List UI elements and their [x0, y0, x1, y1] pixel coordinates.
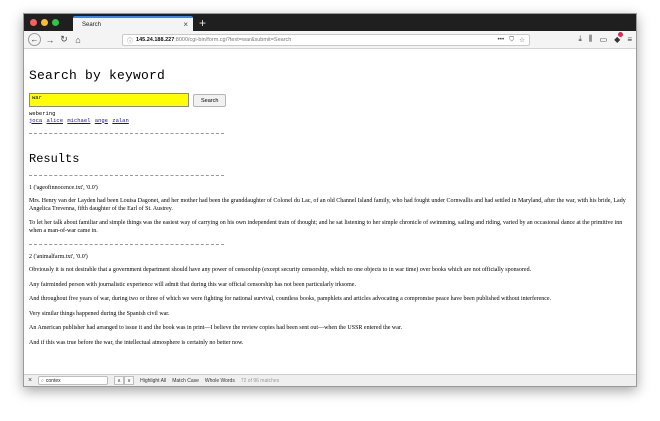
home-icon: ⌂ [75, 34, 81, 45]
suggest-link[interactable]: zalan [112, 117, 129, 124]
suggest-link[interactable]: joca [29, 117, 42, 124]
search-form: war Search [29, 93, 631, 107]
extension-icon[interactable]: ◆ [614, 31, 624, 44]
result-paragraph: Mrs. Henry van der Layden had been Louis… [29, 198, 626, 212]
search-button[interactable]: Search [193, 94, 227, 107]
reload-button[interactable]: ↻ [58, 34, 70, 45]
arrow-right-icon: → [45, 34, 55, 45]
forward-button[interactable]: → [44, 35, 56, 45]
find-input[interactable]: ⌕ contex [38, 376, 109, 385]
url-actions: ••• ⛉ ☆ [497, 36, 525, 44]
tab-strip: Search × + [24, 14, 636, 31]
find-previous-button[interactable]: ∧ [114, 376, 125, 385]
tab-title: Search [82, 21, 102, 28]
reload-icon: ↻ [60, 34, 68, 44]
url-path: :8000/cgi-bin/form.cgi?text=war&submit=S… [174, 37, 292, 43]
browser-window: Search × + ← → ↻ ⌂ ⓘ 145.24.188.227 :800… [23, 13, 637, 387]
sidebar-icon[interactable]: ▭ [600, 35, 608, 44]
close-window-button[interactable] [30, 19, 37, 26]
page-title: Search by keyword [29, 68, 166, 83]
divider [29, 133, 224, 134]
maximize-window-button[interactable] [52, 19, 59, 26]
find-status: 72 of 96 matches [240, 377, 280, 384]
tab-close-icon[interactable]: × [183, 20, 188, 29]
divider [29, 175, 224, 176]
whole-words-toggle[interactable]: Whole Words [205, 378, 235, 384]
bookmark-star-icon[interactable]: ☆ [519, 36, 525, 44]
results-title: Results [29, 152, 80, 166]
minimize-window-button[interactable] [41, 19, 48, 26]
highlight-all-toggle[interactable]: Highlight All [140, 378, 166, 384]
notification-badge [618, 31, 624, 37]
address-bar[interactable]: ⓘ 145.24.188.227 :8000/cgi-bin/form.cgi?… [122, 34, 530, 46]
info-icon[interactable]: ⓘ [127, 36, 133, 45]
match-case-toggle[interactable]: Match Case [172, 378, 199, 384]
back-button[interactable]: ← [28, 33, 41, 46]
find-bar: × ⌕ contex ∧ ∨ Highlight All Match Case … [24, 374, 636, 386]
downloads-icon[interactable]: ⤓ [578, 34, 582, 44]
result-paragraph: To let her talk about familiar and simpl… [29, 220, 623, 234]
search-icon: ⌕ [41, 377, 44, 384]
result-paragraph: Obviously it is not desirable that a gov… [29, 267, 532, 273]
find-close-icon[interactable]: × [28, 377, 32, 384]
find-query: contex [45, 377, 61, 384]
divider [29, 244, 224, 245]
result-paragraph: And if this was true before the war, the… [29, 339, 244, 346]
arrow-left-icon: ← [30, 35, 39, 44]
result-paragraph: And throughout five years of war, during… [29, 296, 552, 302]
menu-icon[interactable]: ≡ [627, 35, 632, 44]
result-paragraph: Very similar things happened during the … [29, 310, 170, 317]
find-navigation: ∧ ∨ [114, 376, 135, 385]
toolbar-right-icons: ⤓ ⫼ ▭ ◆ ≡ [578, 31, 632, 44]
home-button[interactable]: ⌂ [72, 35, 84, 45]
page-content: Search by keyword war Search webering jo… [24, 50, 636, 376]
result-header: 1 ('ageofinnocence.txt', '0.0') [29, 185, 98, 191]
suggest-link[interactable]: michael [67, 117, 90, 124]
result-paragraph: Any fairminded person with journalistic … [29, 281, 356, 288]
page-actions-icon[interactable]: ••• [497, 36, 504, 44]
new-tab-button[interactable]: + [199, 16, 206, 31]
url-host: 145.24.188.227 [136, 37, 175, 43]
pocket-icon[interactable]: ⛉ [509, 36, 514, 44]
suggest-link[interactable]: ange [95, 117, 108, 124]
suggestions: webering joca alice michael ange zalan [29, 110, 631, 125]
suggest-link[interactable]: alice [47, 117, 64, 124]
search-input[interactable]: war [29, 93, 189, 107]
suggest-links: joca alice michael ange zalan [29, 117, 631, 125]
result-header: 2 ('animalfarm.txt', '0.0') [29, 254, 88, 260]
library-icon[interactable]: ⫼ [589, 34, 593, 44]
navigation-toolbar: ← → ↻ ⌂ ⓘ 145.24.188.227 :8000/cgi-bin/f… [24, 31, 636, 49]
window-controls [24, 14, 59, 31]
result-paragraph: An American publisher had arranged to is… [29, 325, 403, 331]
find-next-button[interactable]: ∨ [124, 376, 135, 385]
tab-search[interactable]: Search × [73, 16, 193, 31]
